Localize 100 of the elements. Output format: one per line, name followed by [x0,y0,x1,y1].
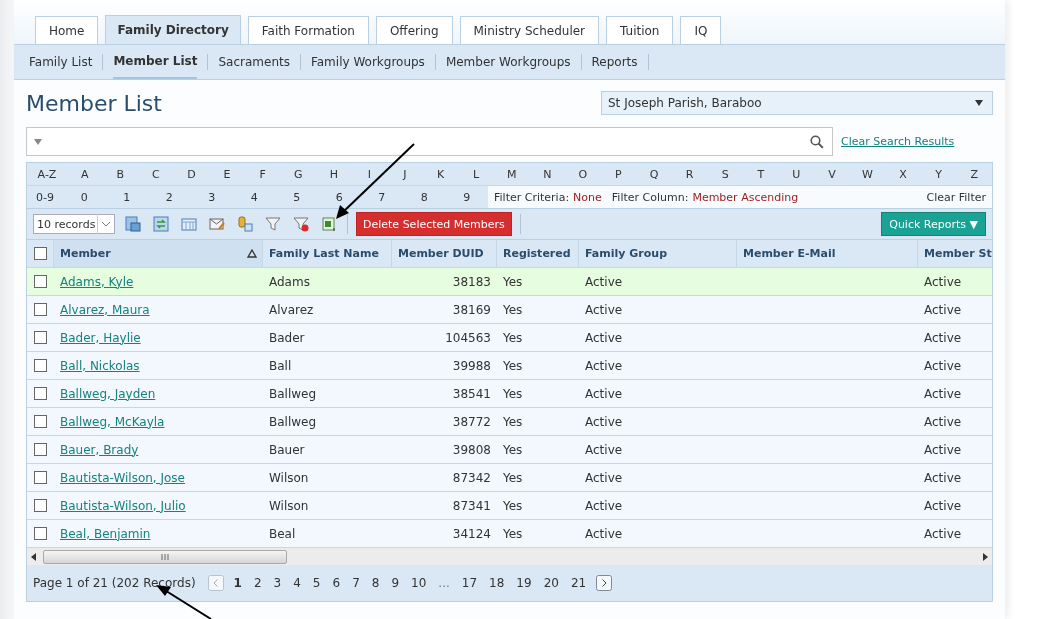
merge-icon[interactable] [237,216,253,232]
page-link[interactable]: 10 [405,576,433,590]
letter-filter[interactable]: K [436,167,445,181]
spreadsheet-icon[interactable] [321,216,337,232]
page-link[interactable]: 3 [267,576,288,590]
page-link[interactable]: 18 [483,576,511,590]
letter-filter[interactable]: L [473,167,480,181]
letter-filter[interactable]: D [187,167,196,181]
digit-filter[interactable]: 2 [148,190,191,204]
page-link[interactable]: 17 [455,576,484,590]
letter-filter[interactable]: S [721,167,729,181]
parish-dropdown[interactable]: St Joseph Parish, Baraboo [601,91,993,115]
nav-tab[interactable]: Family Directory [105,15,241,44]
row-checkbox[interactable] [34,527,47,540]
table-row[interactable]: Ballweg, Jayden Ballweg 38541 Yes Active Active [27,379,992,407]
member-link[interactable]: Bauer, Brady [60,442,139,457]
letter-filter[interactable]: I [367,167,371,181]
letter-filter[interactable]: A [81,167,89,181]
page-link[interactable]: 5 [306,576,327,590]
subnav-link[interactable]: Family List [29,45,93,79]
next-page-icon[interactable] [596,575,613,591]
nav-tab[interactable]: Offering [375,16,453,44]
digit-filter[interactable]: 4 [233,190,276,204]
table-row[interactable]: Bautista-Wilson, Julio Wilson 87341 Yes Active Active [27,491,992,519]
subnav-link[interactable]: Reports [591,45,638,79]
page-link[interactable]: 1 [227,576,248,590]
nav-tab[interactable]: Faith Formation [247,16,369,44]
letter-filter[interactable]: G [293,167,303,181]
filter-icon[interactable] [265,216,281,232]
row-checkbox[interactable] [34,415,47,428]
digit-filter[interactable]: 8 [403,190,446,204]
delete-selected-button[interactable]: Delete Selected Members [356,212,512,236]
digit-filter[interactable]: 6 [318,190,361,204]
letter-filter[interactable]: Z [970,167,978,181]
row-checkbox[interactable] [34,443,47,456]
member-link[interactable]: Alvarez, Maura [60,302,150,317]
member-link[interactable]: Ballweg, Jayden [60,386,156,401]
letter-filter[interactable]: F [259,167,266,181]
page-link[interactable]: 21 [564,576,593,590]
member-link[interactable]: Ballweg, McKayla [60,414,165,429]
member-link[interactable]: Bautista-Wilson, Jose [60,470,185,485]
table-row[interactable]: Bauer, Brady Bauer 39808 Yes Active Active [27,435,992,463]
subnav-link[interactable]: Member List [113,46,198,79]
clear-search-link[interactable]: Clear Search Results [841,135,955,148]
page-link[interactable]: 4 [287,576,307,590]
row-checkbox[interactable] [34,387,47,400]
clear-filter-icon[interactable] [293,216,309,232]
letter-filter[interactable]: Q [649,167,659,181]
column-header[interactable]: Member St [918,240,992,267]
letter-filter[interactable]: H [329,167,338,181]
table-row[interactable]: Adams, Kyle Adams 38183 Yes Active Active [27,267,992,295]
letter-filter[interactable]: O [578,167,588,181]
nav-tab[interactable]: Ministry Scheduler [459,16,600,44]
member-link[interactable]: Ball, Nickolas [60,358,140,373]
records-dropdown[interactable]: 10 records [33,214,115,234]
digit-filter[interactable]: 0 [63,190,106,204]
column-header[interactable]: Member [54,240,263,267]
letter-filter[interactable]: N [543,167,552,181]
save-grid-icon[interactable] [125,216,141,232]
page-link[interactable]: 8 [365,576,386,590]
page-link[interactable]: 6 [326,576,347,590]
row-checkbox[interactable] [34,499,47,512]
letter-filter[interactable]: M [506,167,517,181]
page-link[interactable]: 2 [247,576,268,590]
table-row[interactable]: Ball, Nickolas Ball 39988 Yes Active Active [27,351,992,379]
scrollbar-thumb[interactable] [43,549,287,564]
row-checkbox[interactable] [34,303,47,316]
clear-filter-link[interactable]: Clear Filter [926,190,986,204]
table-row[interactable]: Bader, Haylie Bader 104563 Yes Active Active [27,323,992,351]
letter-filter[interactable]: A-Z [37,167,57,181]
subnav-link[interactable]: Family Workgroups [310,45,425,79]
letter-filter[interactable]: R [685,167,694,181]
member-link[interactable]: Bautista-Wilson, Julio [60,498,186,513]
letter-filter[interactable]: P [615,167,622,181]
row-checkbox[interactable] [34,359,47,372]
subnav-link[interactable]: Member Workgroups [445,45,571,79]
member-link[interactable]: Beal, Benjamin [60,526,151,541]
letter-filter[interactable]: V [828,167,836,181]
letter-filter[interactable]: T [757,167,765,181]
subnav-link[interactable]: Sacraments [218,45,290,79]
letter-filter[interactable]: B [116,167,125,181]
digit-filter[interactable]: 9 [445,190,488,204]
page-link[interactable]: 9 [385,576,406,590]
digit-filter[interactable]: 1 [105,190,148,204]
row-checkbox[interactable] [34,275,47,288]
table-row[interactable]: Ballweg, McKayla Ballweg 38772 Yes Active Active [27,407,992,435]
digit-filter[interactable]: 7 [360,190,403,204]
digit-filter[interactable]: 3 [190,190,233,204]
nav-tab[interactable]: IQ [680,16,722,44]
scroll-right-icon[interactable] [982,552,988,561]
letter-filter[interactable]: J [403,167,407,181]
scroll-left-icon[interactable] [31,552,37,561]
letter-filter[interactable]: C [152,167,160,181]
letter-filter[interactable]: U [792,167,801,181]
digit-filter[interactable]: 0-9 [27,190,63,204]
letter-filter[interactable]: E [223,167,231,181]
nav-tab[interactable]: Home [35,16,99,44]
letter-filter[interactable]: W [862,167,873,181]
search-field[interactable] [26,127,833,156]
page-link[interactable]: 20 [537,576,565,590]
